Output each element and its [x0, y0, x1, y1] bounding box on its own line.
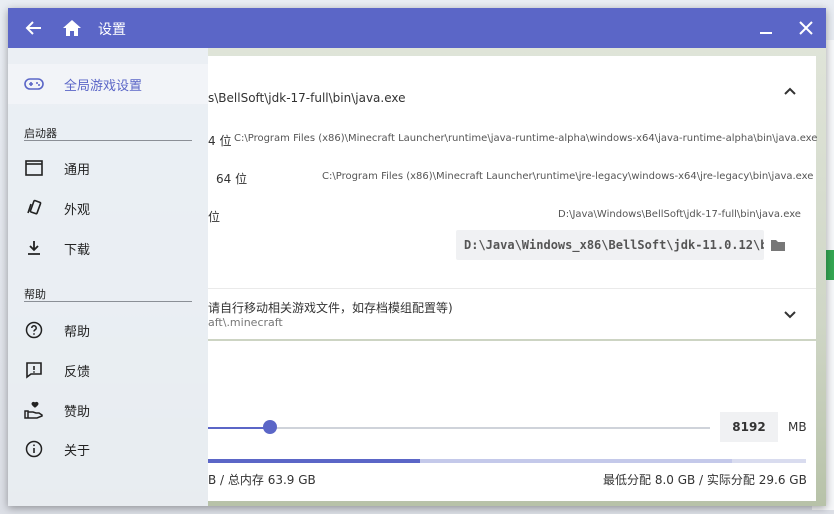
- window-icon: [24, 158, 44, 178]
- memory-slider-track[interactable]: [208, 427, 710, 429]
- home-icon: [63, 20, 81, 36]
- minimize-button[interactable]: [754, 16, 778, 40]
- custom-java-path-input[interactable]: D:\Java\Windows_x86\BellSoft\jdk-11.0.12…: [456, 230, 764, 260]
- info-icon: [24, 439, 44, 459]
- chevron-up-icon[interactable]: [782, 84, 798, 100]
- java-option-bits: 4 位: [208, 134, 232, 148]
- question-circle-icon: [24, 320, 44, 340]
- sidebar-item-appearance[interactable]: 外观: [8, 190, 208, 226]
- sidebar: 全局游戏设置 启动器 通用 外观 下载 帮助 帮助 反馈 赞助 关于: [8, 48, 208, 506]
- memory-bar-allocated: [420, 459, 732, 463]
- sidebar-item-about[interactable]: 关于: [8, 431, 208, 467]
- back-button[interactable]: [22, 16, 46, 40]
- palette-cards-icon: [24, 198, 44, 218]
- gamepad-icon: [24, 78, 44, 90]
- settings-window: 设置 s\BellSoft\jdk-17-full\bin\java.exe 4…: [8, 8, 826, 506]
- sidebar-item-label: 帮助: [64, 324, 91, 340]
- game-directory-section[interactable]: 请自行移动相关游戏文件，如存档模组配置等) aft\.minecraft: [208, 288, 816, 339]
- sidebar-item-label: 通用: [64, 162, 91, 178]
- arrow-left-icon: [25, 21, 41, 35]
- home-button[interactable]: [60, 16, 84, 40]
- title-bar: 设置: [8, 8, 826, 48]
- close-button[interactable]: [794, 16, 818, 40]
- sidebar-item-label: 下载: [64, 242, 91, 258]
- memory-bar-used: [208, 459, 420, 463]
- java-option-path: C:\Program Files (x86)\Minecraft Launche…: [234, 133, 818, 144]
- launcher-section-header: 启动器: [24, 127, 57, 140]
- hand-heart-icon: [24, 400, 44, 420]
- memory-input[interactable]: 8192: [720, 412, 778, 442]
- divider: [24, 140, 192, 141]
- memory-slider-thumb[interactable]: [263, 420, 277, 434]
- divider: [24, 301, 192, 302]
- sidebar-item-global-game-settings[interactable]: 全局游戏设置: [8, 64, 208, 104]
- sidebar-item-label: 赞助: [64, 404, 91, 420]
- folder-icon[interactable]: [770, 238, 786, 252]
- memory-total-text: B / 总内存 63.9 GB: [208, 473, 316, 487]
- sidebar-item-label: 全局游戏设置: [64, 79, 143, 94]
- sidebar-item-download[interactable]: 下载: [8, 230, 208, 266]
- help-section-header: 帮助: [24, 288, 46, 301]
- feedback-icon: [24, 360, 44, 380]
- sidebar-item-general[interactable]: 通用: [8, 150, 208, 186]
- memory-allocation-text: 最低分配 8.0 GB / 实际分配 29.6 GB: [603, 473, 807, 487]
- sidebar-item-feedback[interactable]: 反馈: [8, 352, 208, 388]
- java-option-path: C:\Program Files (x86)\Minecraft Launche…: [322, 171, 814, 182]
- sidebar-item-help[interactable]: 帮助: [8, 312, 208, 348]
- java-option-bits: 64 位: [216, 172, 248, 186]
- window-title: 设置: [98, 22, 126, 38]
- memory-unit: MB: [788, 420, 807, 434]
- sidebar-item-label: 反馈: [64, 364, 91, 380]
- selected-java-path: s\BellSoft\jdk-17-full\bin\java.exe: [208, 91, 406, 105]
- game-directory-title: 请自行移动相关游戏文件，如存档模组配置等): [208, 301, 453, 315]
- minimize-icon: [760, 32, 772, 34]
- game-directory-path: aft\.minecraft: [208, 316, 283, 329]
- java-option-bits: 位: [208, 210, 221, 224]
- download-icon: [24, 238, 44, 258]
- close-icon: [799, 21, 813, 35]
- sidebar-item-label: 外观: [64, 202, 91, 218]
- chevron-down-icon[interactable]: [782, 306, 798, 322]
- sidebar-item-sponsor[interactable]: 赞助: [8, 392, 208, 428]
- memory-slider-fill: [208, 427, 270, 429]
- sidebar-item-label: 关于: [64, 443, 91, 459]
- java-option-path: D:\Java\Windows\BellSoft\jdk-17-full\bin…: [558, 209, 801, 220]
